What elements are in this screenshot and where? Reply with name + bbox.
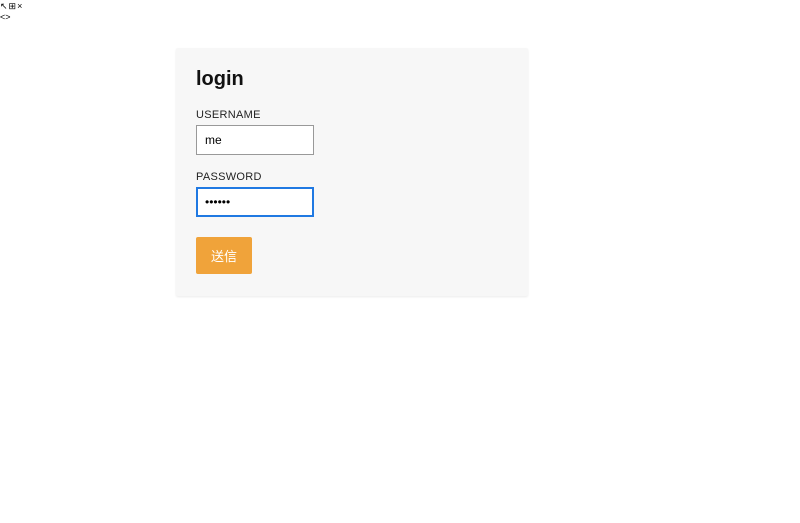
- close-icon[interactable]: ×: [17, 2, 22, 11]
- toolbar-row-2: <>: [0, 13, 22, 22]
- password-input[interactable]: [196, 187, 314, 217]
- pointer-icon[interactable]: ↖: [0, 2, 8, 11]
- dev-toolbar: ↖ ⊞ × <>: [0, 2, 22, 22]
- password-label: PASSWORD: [196, 171, 508, 183]
- panel-title: login: [196, 68, 508, 91]
- submit-button[interactable]: 送信: [196, 237, 252, 274]
- username-label: USERNAME: [196, 109, 508, 121]
- toolbar-row-1: ↖ ⊞ ×: [0, 2, 22, 11]
- grid-icon[interactable]: ⊞: [9, 2, 17, 11]
- username-input[interactable]: [196, 125, 314, 155]
- username-group: USERNAME: [196, 109, 508, 155]
- code-icon[interactable]: <>: [0, 13, 11, 22]
- login-panel: login USERNAME PASSWORD 送信: [176, 48, 528, 296]
- password-group: PASSWORD: [196, 171, 508, 217]
